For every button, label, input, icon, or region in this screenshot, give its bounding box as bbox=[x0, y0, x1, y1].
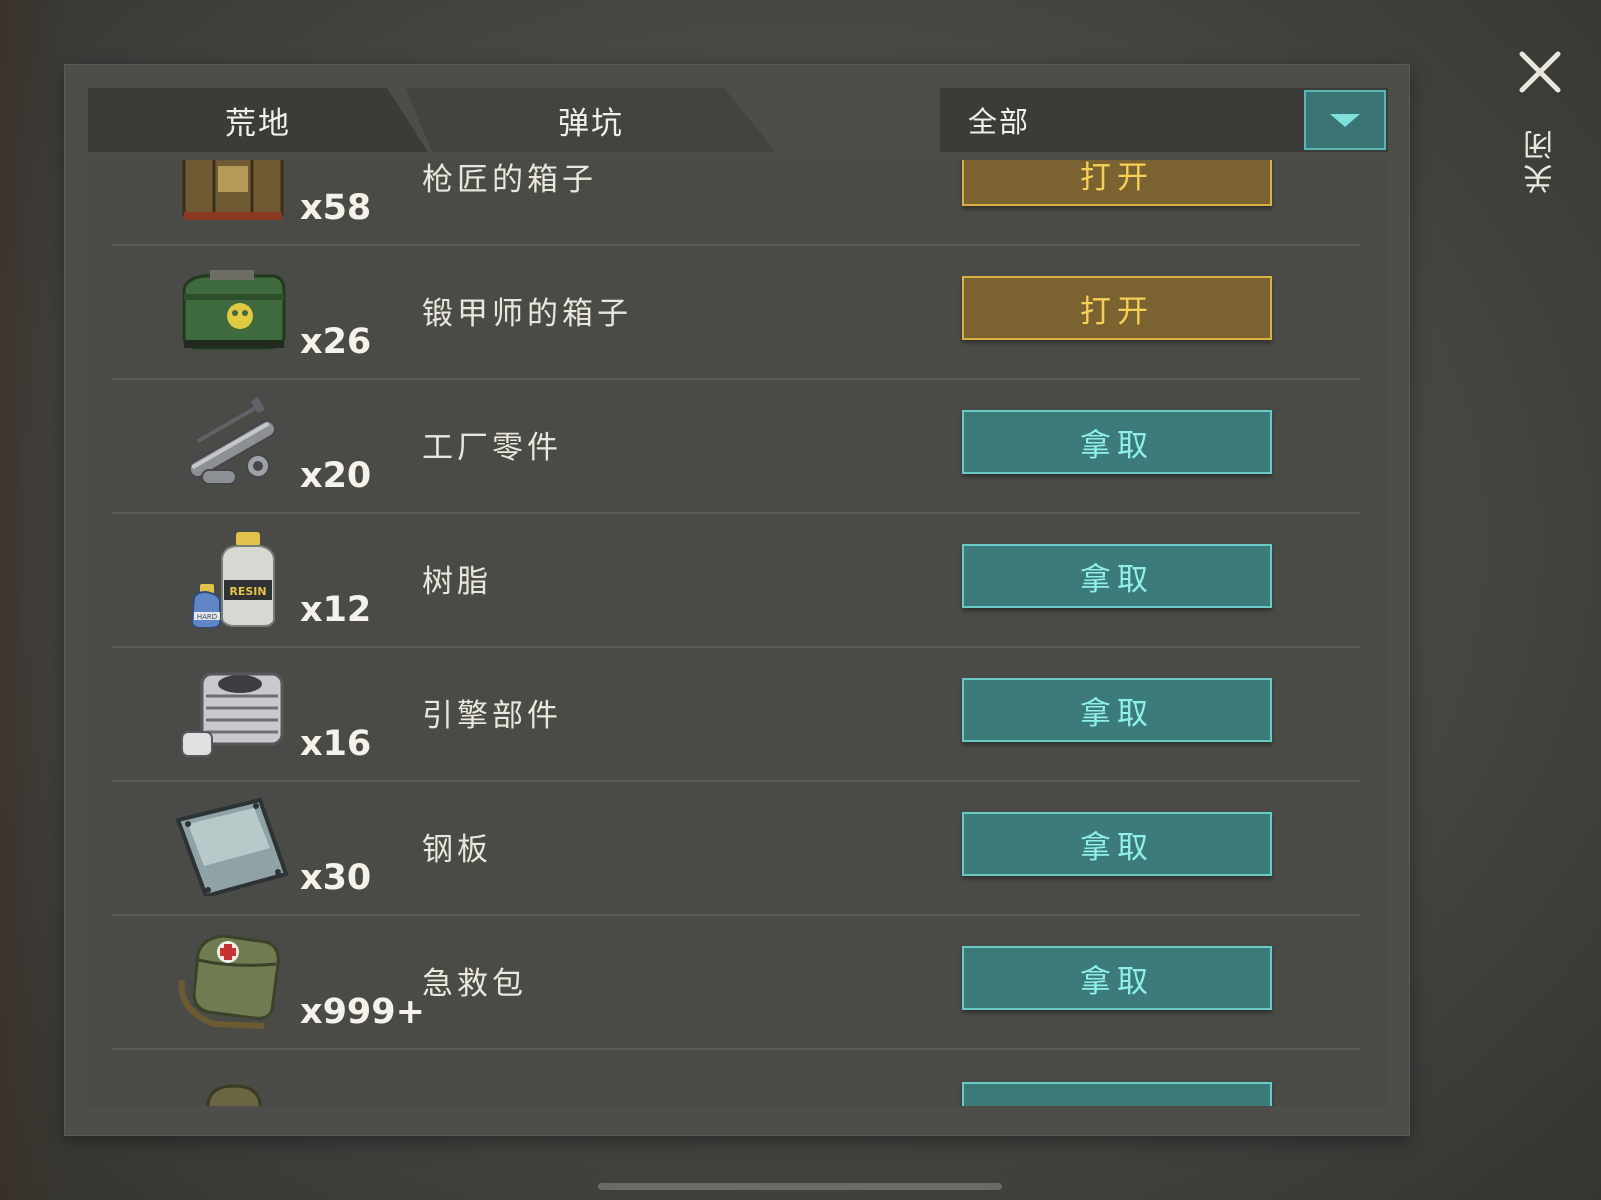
svg-text:HARD: HARD bbox=[197, 613, 217, 621]
item-name: 工厂零件 bbox=[422, 430, 562, 466]
item-quantity: x26 bbox=[300, 322, 372, 362]
item-name: 引擎部件 bbox=[422, 698, 562, 734]
open-button[interactable]: 打开 bbox=[962, 276, 1272, 340]
filter-dropdown[interactable]: 全部 bbox=[940, 88, 1388, 152]
item-name: 急救包 bbox=[422, 966, 527, 1002]
close-label[interactable]: 关闭 bbox=[1520, 126, 1560, 194]
first-aid-bag-icon bbox=[178, 934, 280, 1029]
list-item: RESIN HARD x12 树脂 拿取 bbox=[112, 512, 1360, 648]
item-quantity: x58 bbox=[300, 188, 372, 228]
chevron-down-icon bbox=[1330, 113, 1360, 127]
take-button[interactable]: 拿取 bbox=[962, 410, 1272, 474]
inventory-panel: 荒地 弹坑 全部 x58 枪匠的箱子 打开 x26 锻甲师的箱子 打开 x20 … bbox=[64, 64, 1410, 1136]
camo-pouch-icon bbox=[206, 1084, 262, 1106]
take-button[interactable]: 拿取 bbox=[962, 544, 1272, 608]
item-quantity: x30 bbox=[300, 858, 372, 898]
filter-selected-value: 全部 bbox=[968, 105, 1031, 139]
close-icon[interactable] bbox=[1516, 48, 1564, 96]
list-item: x999+ 急救包 拿取 bbox=[112, 914, 1360, 1050]
item-list[interactable]: x58 枪匠的箱子 打开 x26 锻甲师的箱子 打开 x20 工厂零件 拿取 R… bbox=[88, 160, 1388, 1106]
green-armor-box-icon bbox=[182, 270, 286, 350]
tab-crater[interactable]: 弹坑 bbox=[406, 88, 776, 152]
take-button[interactable]: 拿取 bbox=[962, 812, 1272, 876]
list-item: x30 钢板 拿取 bbox=[112, 780, 1360, 916]
background-vignette bbox=[0, 0, 70, 1200]
list-item: x16 引擎部件 拿取 bbox=[112, 646, 1360, 782]
item-quantity: x20 bbox=[300, 456, 372, 496]
resin-bottles-icon: RESIN HARD bbox=[190, 532, 275, 628]
dropdown-toggle-button[interactable] bbox=[1304, 90, 1386, 150]
engine-part-icon bbox=[181, 672, 284, 757]
wooden-crate-icon bbox=[182, 160, 284, 220]
list-item: x26 锻甲师的箱子 打开 bbox=[112, 244, 1360, 380]
item-name: 锻甲师的箱子 bbox=[422, 296, 632, 332]
location-tabs: 荒地 弹坑 bbox=[88, 88, 776, 152]
home-indicator[interactable] bbox=[598, 1183, 1002, 1190]
item-quantity: x999+ bbox=[300, 992, 425, 1032]
item-name: 枪匠的箱子 bbox=[422, 162, 597, 198]
tab-wasteland[interactable]: 荒地 bbox=[88, 88, 428, 152]
open-button[interactable]: 打开 bbox=[962, 160, 1272, 206]
take-button[interactable]: 拿取 bbox=[962, 678, 1272, 742]
take-button[interactable]: 拿取 bbox=[962, 946, 1272, 1010]
steel-plate-icon bbox=[175, 797, 289, 896]
item-name: 树脂 bbox=[422, 564, 492, 600]
list-item: x58 枪匠的箱子 打开 bbox=[112, 160, 1360, 246]
list-item-partial bbox=[112, 1048, 1360, 1106]
take-button-partial[interactable] bbox=[962, 1082, 1272, 1106]
svg-text:RESIN: RESIN bbox=[229, 585, 266, 598]
factory-parts-icon bbox=[188, 397, 277, 485]
list-item: x20 工厂零件 拿取 bbox=[112, 378, 1360, 514]
item-quantity: x16 bbox=[300, 724, 372, 764]
item-quantity: x12 bbox=[300, 590, 372, 630]
item-name: 钢板 bbox=[422, 832, 492, 868]
